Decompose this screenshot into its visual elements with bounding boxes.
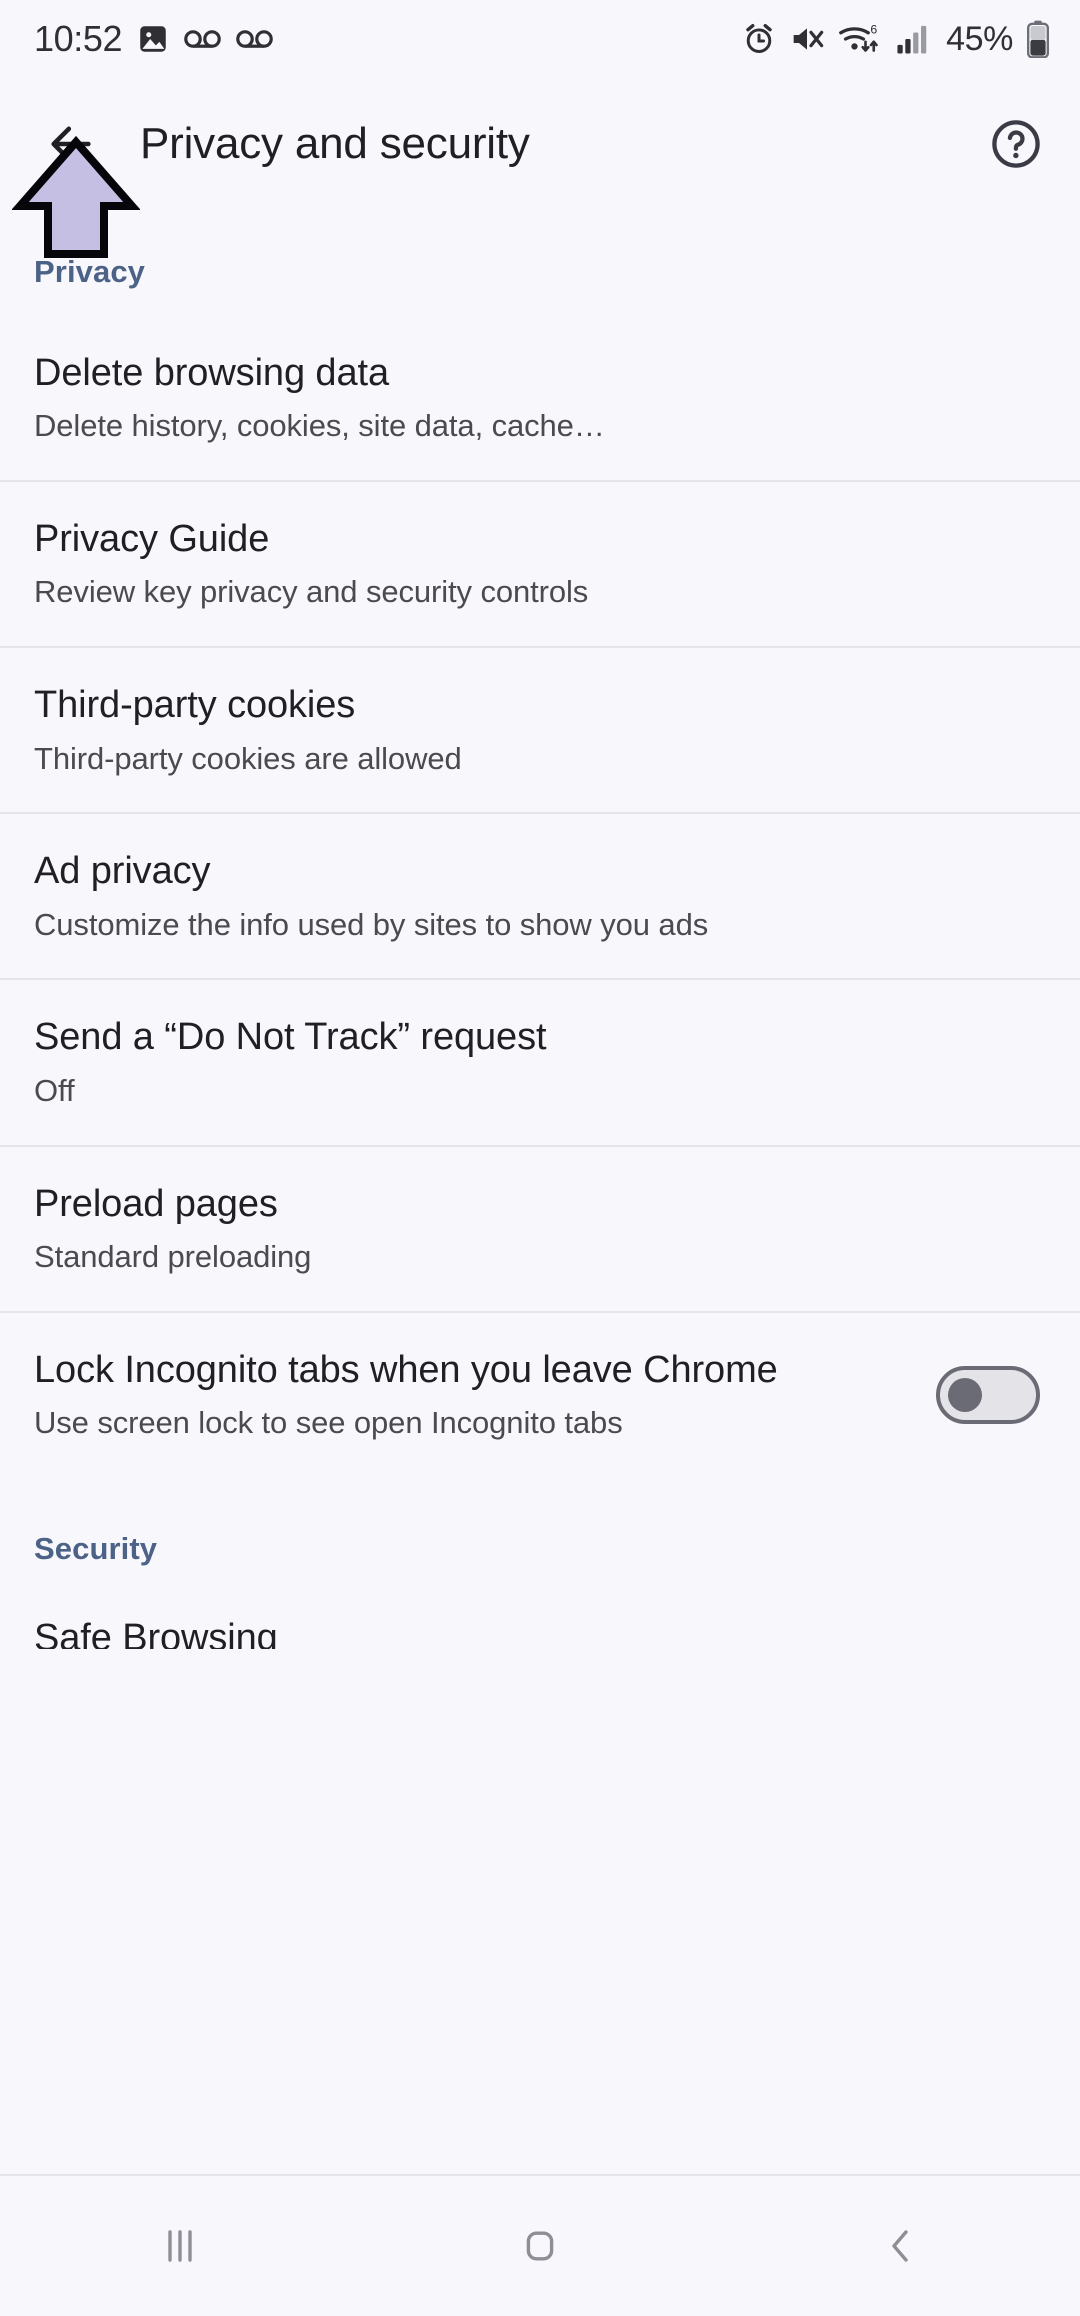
home-icon xyxy=(526,2231,554,2261)
lock-incognito-toggle[interactable] xyxy=(936,1365,1040,1424)
row-title: Third-party cookies xyxy=(34,684,356,727)
nav-back-button[interactable] xyxy=(820,2175,980,2316)
row-subtitle: Standard preloading xyxy=(34,1238,312,1274)
toggle-thumb xyxy=(948,1377,982,1412)
row-text-group: Safe Browsing xyxy=(34,1615,1046,1649)
voicemail-icon xyxy=(236,30,273,48)
recents-icon xyxy=(168,2230,192,2262)
status-bar: 10:52 6 45% xyxy=(0,0,1080,78)
row-text-group: Send a “Do Not Track” request Off xyxy=(34,1014,1046,1110)
battery-icon xyxy=(1026,20,1050,58)
row-text-group: Privacy Guide Review key privacy and sec… xyxy=(34,516,1046,612)
alarm-icon xyxy=(746,23,772,53)
phone-screen: 10:52 6 45% Privacy and security Privacy… xyxy=(0,0,1080,2316)
system-nav-bar xyxy=(0,2174,1080,2316)
row-title: Lock Incognito tabs when you leave Chrom… xyxy=(34,1348,778,1391)
nav-home-button[interactable] xyxy=(460,2175,620,2316)
help-circle-icon xyxy=(992,120,1040,168)
section-header-security: Security xyxy=(34,1530,158,1566)
setting-row-ad-privacy[interactable]: Ad privacy Customize the info used by si… xyxy=(0,814,1080,981)
row-subtitle: Review key privacy and security controls xyxy=(34,574,589,610)
svg-text:6: 6 xyxy=(870,23,877,37)
row-text-group: Ad privacy Customize the info used by si… xyxy=(34,848,1046,944)
row-text-group: Third-party cookies Third-party cookies … xyxy=(34,682,1046,778)
setting-row-do-not-track[interactable]: Send a “Do Not Track” request Off xyxy=(0,980,1080,1147)
back-button[interactable] xyxy=(34,107,108,181)
nav-back-icon xyxy=(892,2230,908,2262)
status-bar-right: 6 45% xyxy=(742,20,1050,59)
setting-row-preload-pages[interactable]: Preload pages Standard preloading xyxy=(0,1146,1080,1313)
row-subtitle: Delete history, cookies, site data, cach… xyxy=(34,408,605,444)
row-text-group: Delete browsing data Delete history, coo… xyxy=(34,350,1046,446)
back-arrow-icon xyxy=(51,126,91,162)
row-title: Privacy Guide xyxy=(34,518,270,561)
status-clock: 10:52 xyxy=(34,18,123,59)
setting-row-delete-browsing-data[interactable]: Delete browsing data Delete history, coo… xyxy=(0,316,1080,483)
wifi-6-icon: 6 xyxy=(839,23,878,52)
status-bar-left: 10:52 xyxy=(34,18,274,60)
setting-row-privacy-guide[interactable]: Privacy Guide Review key privacy and sec… xyxy=(0,482,1080,649)
settings-list[interactable]: Privacy Delete browsing data Delete hist… xyxy=(0,210,1080,2174)
row-subtitle: Customize the info used by sites to show… xyxy=(34,906,709,942)
row-text-group: Preload pages Standard preloading xyxy=(34,1181,1046,1277)
row-title: Preload pages xyxy=(34,1182,278,1225)
section-header-privacy: Privacy xyxy=(34,254,146,289)
row-title: Send a “Do Not Track” request xyxy=(34,1016,547,1059)
row-subtitle: Use screen lock to see open Incognito ta… xyxy=(34,1405,623,1441)
row-subtitle: Third-party cookies are allowed xyxy=(34,740,462,776)
setting-row-lock-incognito-tabs[interactable]: Lock Incognito tabs when you leave Chrom… xyxy=(0,1312,1080,1479)
mute-icon xyxy=(793,28,824,50)
row-title: Delete browsing data xyxy=(34,352,389,394)
voicemail-icon xyxy=(184,30,221,48)
row-text-group: Lock Incognito tabs when you leave Chrom… xyxy=(34,1347,936,1443)
setting-row-third-party-cookies[interactable]: Third-party cookies Third-party cookies … xyxy=(0,648,1080,815)
row-subtitle: Off xyxy=(34,1072,75,1108)
help-button[interactable] xyxy=(980,108,1052,180)
signal-icon xyxy=(897,25,927,54)
row-title: Safe Browsing xyxy=(34,1616,278,1649)
battery-percent-label: 45% xyxy=(946,19,1013,58)
nav-recents-button[interactable] xyxy=(100,2175,260,2316)
page-title: Privacy and security xyxy=(140,119,530,168)
photo-icon xyxy=(140,26,166,52)
row-title: Ad privacy xyxy=(34,850,211,893)
setting-row-safe-browsing[interactable]: Safe Browsing xyxy=(0,1596,1080,1649)
app-bar: Privacy and security xyxy=(0,78,1080,210)
